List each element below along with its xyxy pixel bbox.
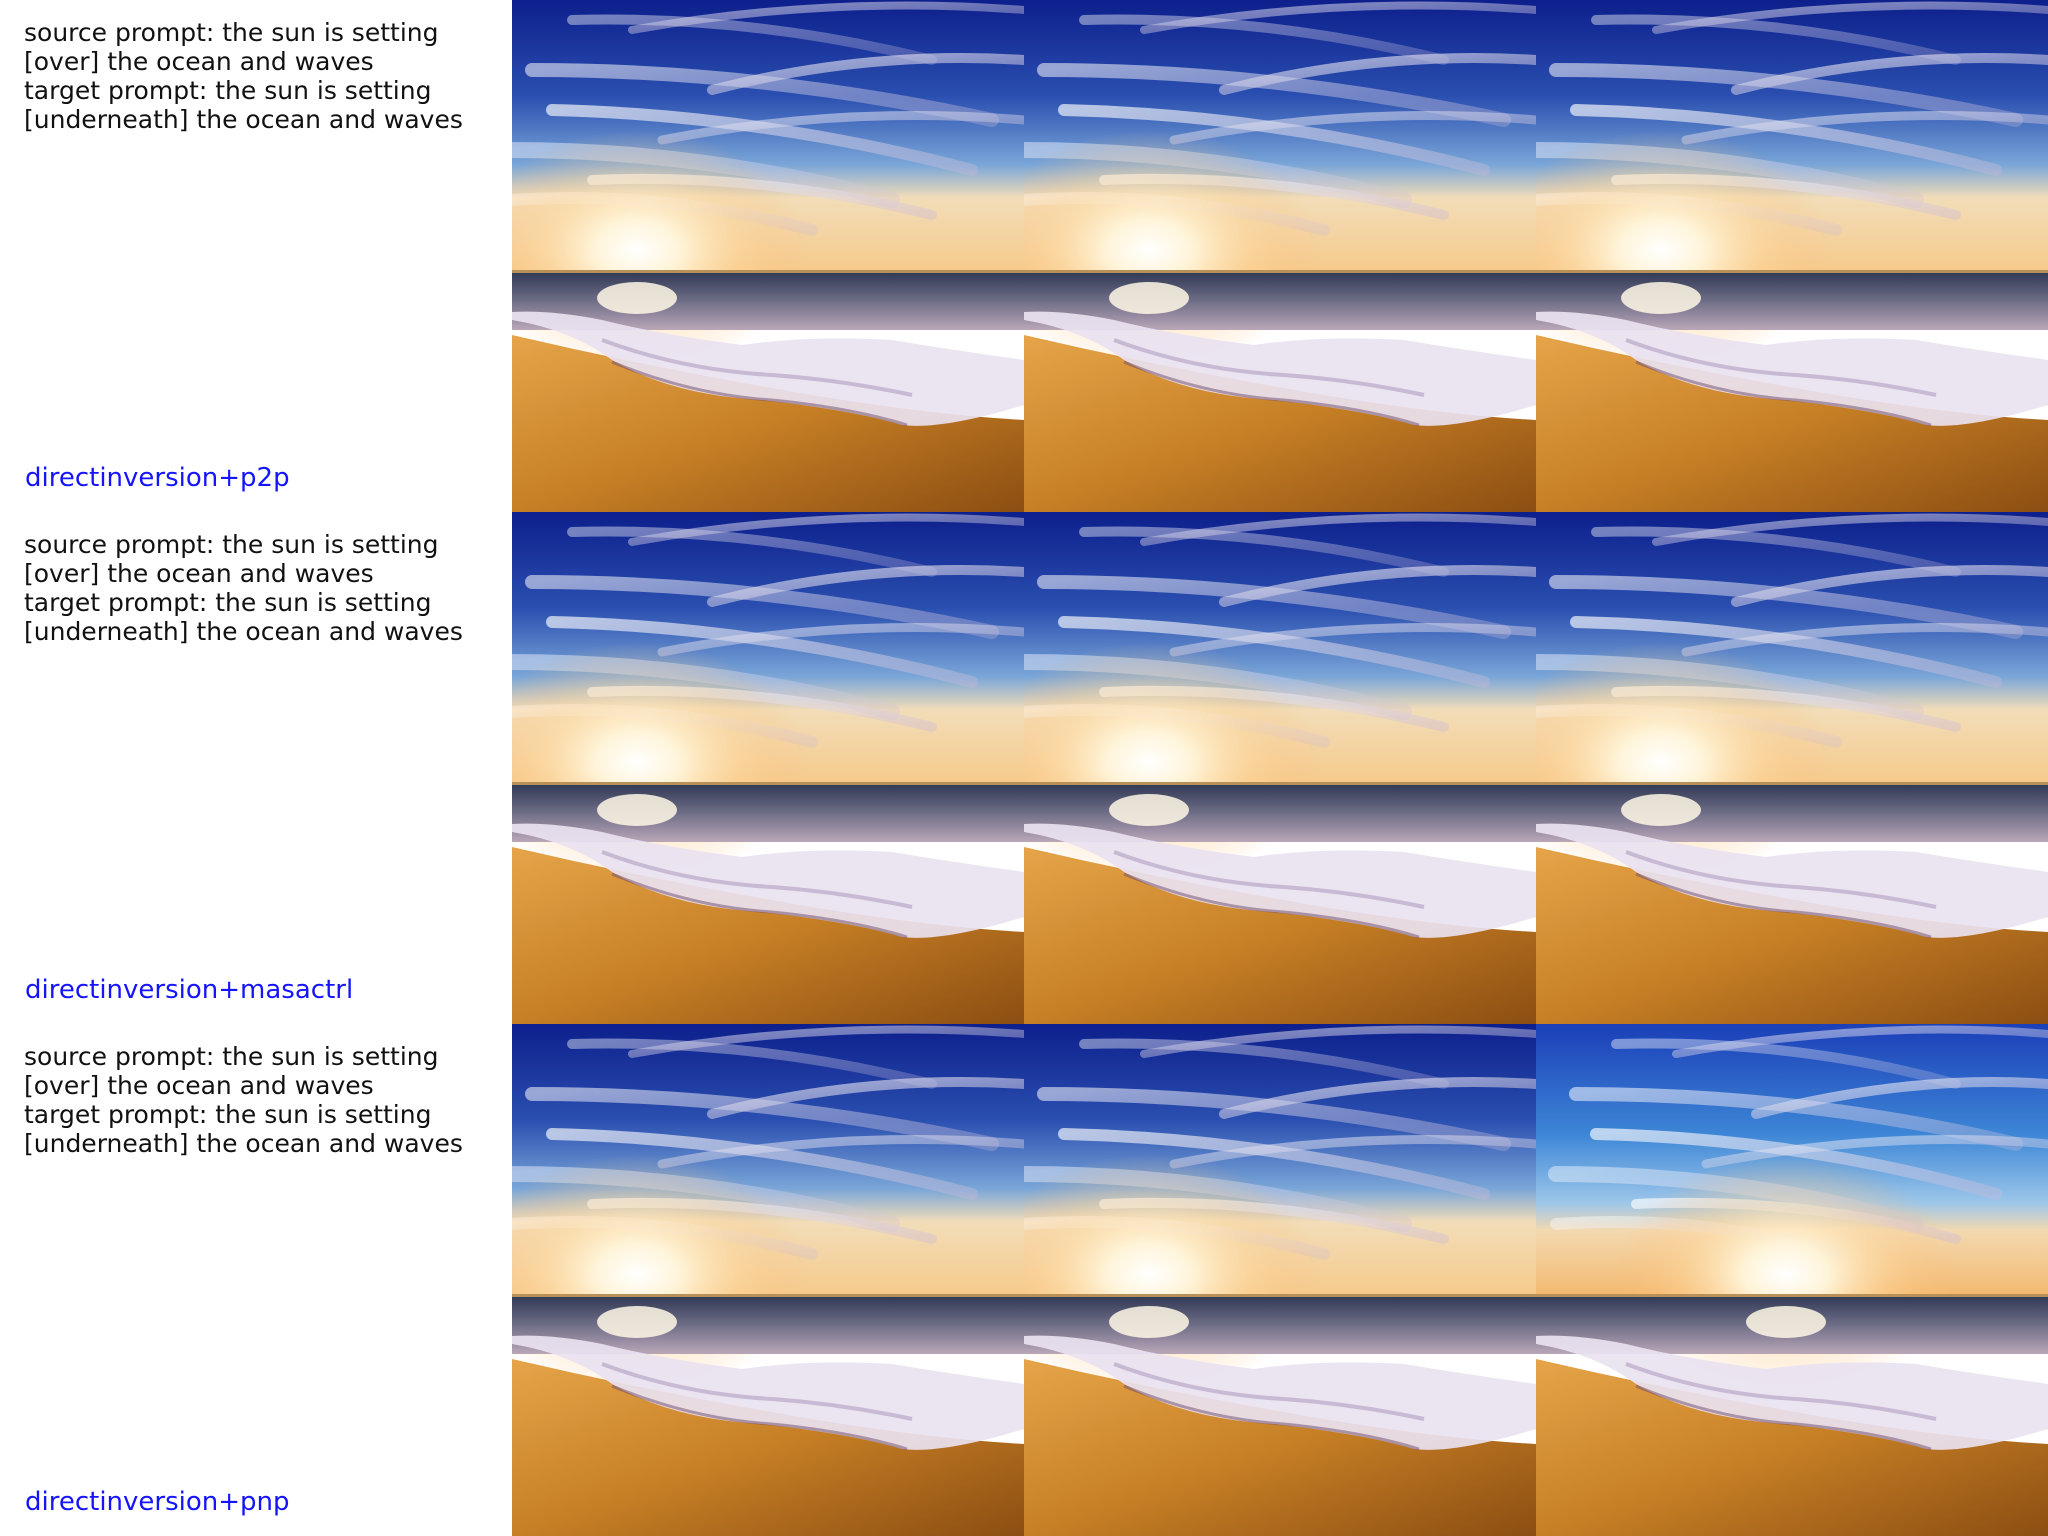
edited-image-2 — [1536, 0, 2048, 512]
prompt-line: source prompt: the sun is setting — [24, 18, 439, 47]
prompt-line: [underneath] the ocean and waves — [24, 105, 463, 134]
prompt-cell: source prompt: the sun is setting [over]… — [0, 0, 512, 512]
prompt-text: source prompt: the sun is setting [over]… — [24, 1042, 504, 1158]
method-label: directinversion+masactrl — [25, 975, 354, 1005]
edited-image-1 — [1024, 512, 1536, 1024]
source-image — [512, 1024, 1024, 1536]
prompt-cell: source prompt: the sun is setting [over]… — [0, 512, 512, 1024]
edited-image-1 — [1024, 0, 1536, 512]
prompt-line: [over] the ocean and waves — [24, 47, 374, 76]
prompt-cell: source prompt: the sun is setting [over]… — [0, 1024, 512, 1536]
prompt-line: [over] the ocean and waves — [24, 1071, 374, 1100]
method-label: directinversion+p2p — [25, 463, 290, 493]
prompt-text: source prompt: the sun is setting [over]… — [24, 530, 504, 646]
prompt-line: source prompt: the sun is setting — [24, 530, 439, 559]
result-row-masactrl: source prompt: the sun is setting [over]… — [0, 512, 2048, 1024]
prompt-line: [underneath] the ocean and waves — [24, 1129, 463, 1158]
results-grid: source prompt: the sun is setting [over]… — [0, 0, 2048, 1536]
edited-image-2 — [1536, 512, 2048, 1024]
prompt-line: [underneath] the ocean and waves — [24, 617, 463, 646]
result-row-p2p: source prompt: the sun is setting [over]… — [0, 0, 2048, 512]
prompt-line: target prompt: the sun is setting — [24, 588, 432, 617]
source-image — [512, 512, 1024, 1024]
edited-image-1 — [1024, 1024, 1536, 1536]
prompt-line: target prompt: the sun is setting — [24, 1100, 432, 1129]
method-label: directinversion+pnp — [25, 1487, 290, 1517]
source-image — [512, 0, 1024, 512]
prompt-text: source prompt: the sun is setting [over]… — [24, 18, 504, 134]
edited-image-2 — [1536, 1024, 2048, 1536]
result-row-pnp: source prompt: the sun is setting [over]… — [0, 1024, 2048, 1536]
prompt-line: source prompt: the sun is setting — [24, 1042, 439, 1071]
prompt-line: target prompt: the sun is setting — [24, 76, 432, 105]
prompt-line: [over] the ocean and waves — [24, 559, 374, 588]
